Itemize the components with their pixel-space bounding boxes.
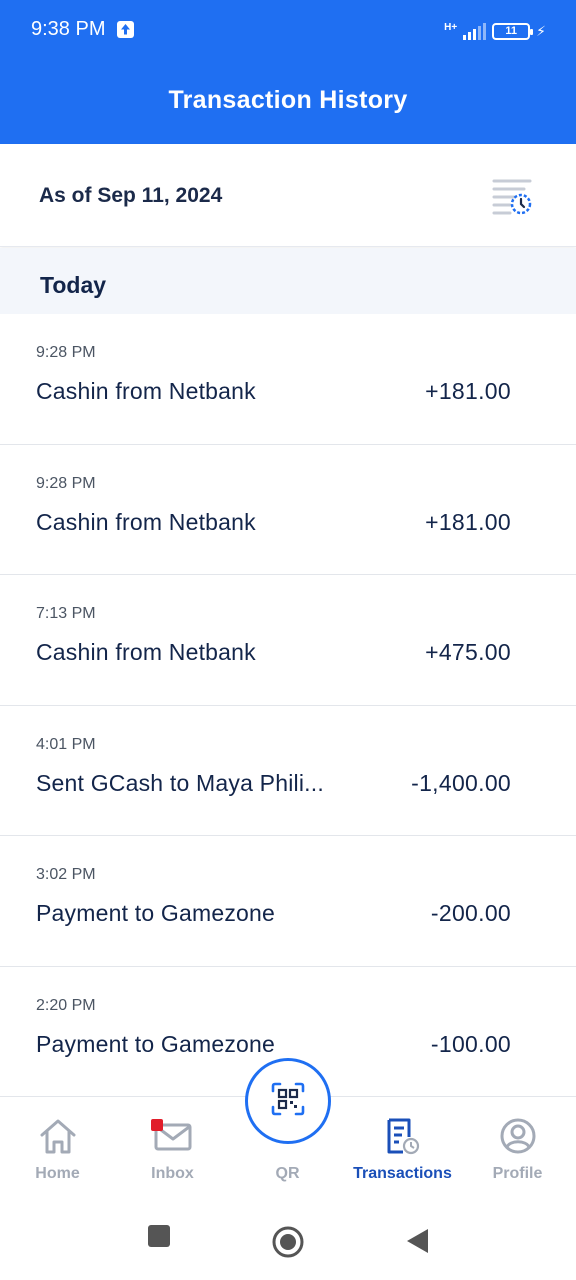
section-title: Today (40, 272, 107, 298)
system-navigation-bar (0, 1200, 576, 1280)
transaction-time: 7:13 PM (36, 605, 96, 622)
qr-scan-icon (271, 1082, 305, 1121)
transaction-row[interactable]: 9:28 PM Cashin from Netbank +181.00 (0, 314, 576, 445)
nav-label: Inbox (151, 1165, 194, 1182)
transaction-amount: +181.00 (425, 378, 511, 404)
upload-notification-icon (117, 21, 134, 38)
transaction-amount: -100.00 (430, 1030, 511, 1057)
transaction-time: 2:20 PM (36, 996, 96, 1014)
battery-level: 11 (505, 25, 517, 37)
as-of-bar: As of Sep 11, 2024 (0, 144, 576, 247)
nav-home[interactable]: Home (0, 1097, 115, 1201)
transaction-description: Cashin from Netbank (36, 378, 256, 404)
transaction-row[interactable]: 7:13 PM Cashin from Netbank +475.00 (0, 575, 576, 706)
nav-label: Profile (492, 1165, 543, 1182)
transaction-list: 9:28 PM Cashin from Netbank +181.00 9:28… (0, 314, 576, 1097)
charging-icon: ⚡ (536, 22, 546, 39)
nav-inbox[interactable]: Inbox (115, 1097, 230, 1201)
recent-apps-button[interactable] (147, 1224, 171, 1253)
signal-icon (463, 22, 487, 40)
transaction-history-icon[interactable] (490, 176, 536, 222)
status-time: 9:38 PM (31, 18, 106, 40)
transaction-time: 9:28 PM (36, 474, 96, 492)
transaction-amount: +475.00 (425, 639, 511, 665)
transaction-description: Payment to Gamezone (36, 900, 276, 926)
user-icon (498, 1117, 538, 1160)
battery-icon: 11 (492, 22, 534, 40)
receipt-icon (383, 1117, 423, 1160)
transaction-amount: -1,400.00 (411, 769, 511, 796)
qr-scan-button[interactable] (245, 1058, 331, 1144)
status-indicators: H+ 11 ⚡ (444, 18, 546, 44)
transaction-description: Sent GCash to Maya Phili... (36, 769, 324, 796)
transaction-row[interactable]: 3:02 PM Payment to Gamezone -200.00 (0, 836, 576, 967)
transaction-amount: -200.00 (430, 900, 511, 926)
status-bar: 9:38 PM H+ 11 ⚡ (0, 0, 576, 62)
network-type: H+ (444, 22, 458, 33)
page-title: Transaction History (168, 86, 408, 114)
section-header: Today (0, 248, 576, 314)
transaction-time: 9:28 PM (36, 344, 96, 361)
nav-label: Transactions (353, 1165, 452, 1182)
nav-transactions[interactable]: Transactions (345, 1097, 460, 1201)
home-icon (38, 1117, 78, 1160)
nav-profile[interactable]: Profile (460, 1097, 575, 1201)
transaction-description: Payment to Gamezone (36, 1030, 276, 1057)
notification-badge (151, 1119, 163, 1131)
transaction-time: 3:02 PM (36, 866, 96, 883)
back-button[interactable] (405, 1228, 429, 1259)
as-of-date: As of Sep 11, 2024 (39, 184, 223, 207)
nav-label: Home (35, 1165, 80, 1182)
transaction-description: Cashin from Netbank (36, 508, 256, 535)
transaction-description: Cashin from Netbank (36, 639, 256, 665)
home-system-button[interactable] (272, 1226, 304, 1263)
nav-label: QR (275, 1165, 300, 1182)
transaction-row[interactable]: 4:01 PM Sent GCash to Maya Phili... -1,4… (0, 706, 576, 836)
transaction-row[interactable]: 9:28 PM Cashin from Netbank +181.00 (0, 445, 576, 575)
transaction-amount: +181.00 (425, 508, 511, 535)
transaction-time: 4:01 PM (36, 735, 96, 753)
app-header: 9:38 PM H+ 11 ⚡ Transaction History (0, 0, 576, 144)
